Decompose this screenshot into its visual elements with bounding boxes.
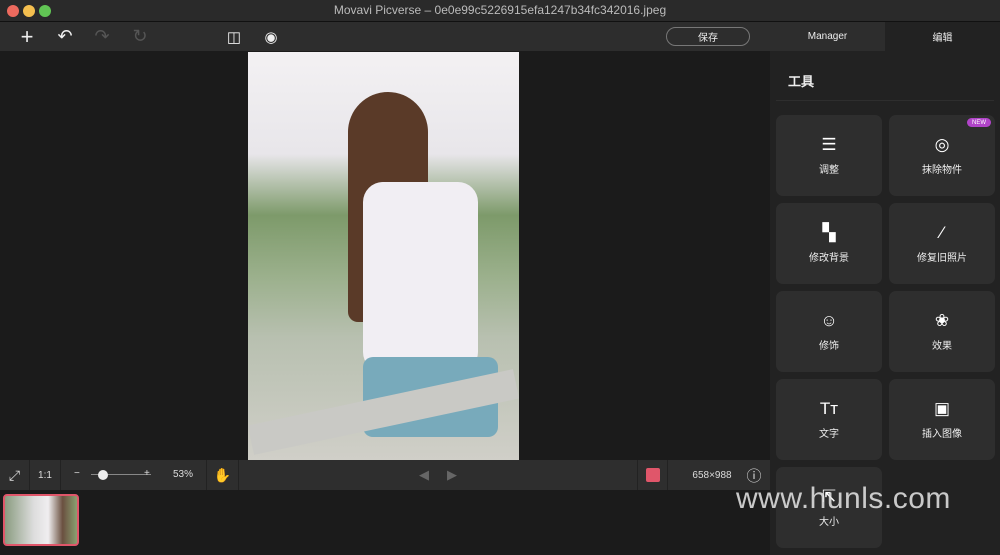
sliders-icon: ☰	[821, 135, 837, 154]
divider	[776, 100, 994, 101]
tool-insert-image[interactable]: ▣ 插入图像	[889, 379, 995, 460]
tool-label: 文字	[819, 429, 839, 440]
tab-manager[interactable]: Manager	[770, 22, 885, 51]
actual-size-button[interactable]: 1:1	[30, 460, 61, 490]
tool-text[interactable]: Tт 文字	[776, 379, 882, 460]
edited-photo	[248, 52, 519, 460]
redo-icon[interactable]: ↷	[87, 22, 117, 51]
undo-icon[interactable]: ↶	[50, 22, 80, 51]
smile-icon: ☺	[820, 311, 838, 330]
tool-label: 调整	[819, 165, 839, 176]
tool-change-background[interactable]: ▚ 修改背景	[776, 203, 882, 284]
watermark: www.hunls.com	[736, 482, 951, 515]
preview-eye-icon[interactable]: ◉	[256, 22, 286, 51]
insert-image-icon: ▣	[933, 399, 951, 418]
tool-restore-photo[interactable]: ⁄ 修复旧照片	[889, 203, 995, 284]
hand-tool-icon[interactable]: ✋	[207, 460, 239, 490]
add-icon[interactable]: +	[12, 22, 42, 51]
tool-erase-object[interactable]: ◎ 抹除物件	[889, 115, 995, 196]
magic-wand-icon: ⁄	[940, 223, 944, 242]
effects-icon: ❀	[934, 311, 950, 330]
tool-label: 插入图像	[922, 429, 962, 440]
panel-title: 工具	[788, 74, 815, 89]
text-icon: Tт	[819, 399, 839, 418]
next-image-icon[interactable]: ▶	[442, 460, 462, 490]
tool-retouch[interactable]: ☺ 修饰	[776, 291, 882, 372]
filmstrip	[0, 490, 770, 555]
window-title: Movavi Picverse – 0e0e99c5226915efa1247b…	[333, 3, 667, 17]
bottom-bar: ⤢ 1:1 − + 53% ✋ ◀ ▶ 658×988 ⓘ	[0, 460, 770, 490]
tool-label: 修改背景	[809, 253, 849, 264]
filmstrip-thumbnail[interactable]	[3, 494, 79, 546]
tool-label: 效果	[932, 341, 952, 352]
reset-icon[interactable]: ↻	[125, 22, 155, 51]
zoom-level: 53%	[173, 469, 194, 480]
tab-edit[interactable]: 编辑	[885, 22, 1000, 51]
zoom-in-button[interactable]: +	[144, 468, 150, 479]
tool-label: 抹除物件	[922, 165, 962, 176]
zoom-control: − + 53%	[61, 460, 207, 490]
new-badge: NEW	[967, 118, 991, 127]
zoom-slider-handle[interactable]	[98, 470, 108, 480]
photo-subject-top	[363, 182, 478, 372]
fit-screen-icon[interactable]: ⤢	[0, 460, 30, 490]
image-view-icon[interactable]	[637, 460, 668, 490]
tool-adjust[interactable]: ☰ 调整	[776, 115, 882, 196]
toolbar: + ↶ ↷ ↻ ◫ ◉ 保存 Manager 编辑	[0, 22, 1000, 51]
background-icon: ▚	[822, 223, 836, 242]
compare-icon[interactable]: ◫	[219, 22, 249, 51]
tool-label: 修饰	[819, 341, 839, 352]
zoom-out-button[interactable]: −	[74, 468, 80, 479]
eraser-target-icon: ◎	[934, 135, 950, 154]
tool-effects[interactable]: ❀ 效果	[889, 291, 995, 372]
save-button[interactable]: 保存	[666, 27, 750, 46]
title-bar: Movavi Picverse – 0e0e99c5226915efa1247b…	[0, 0, 1000, 22]
previous-image-icon[interactable]: ◀	[414, 460, 434, 490]
image-dimensions: 658×988	[692, 469, 732, 481]
tool-label: 修复旧照片	[917, 253, 967, 264]
